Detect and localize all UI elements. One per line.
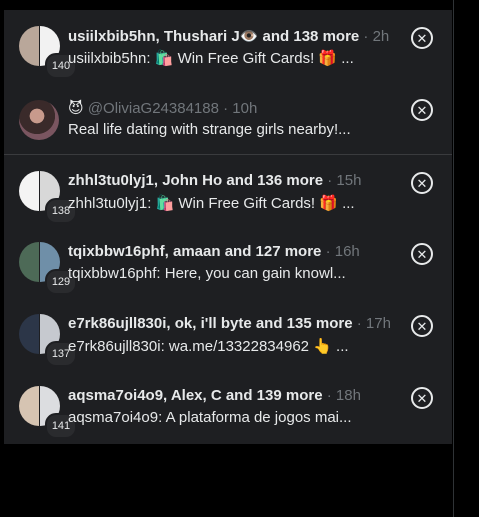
notification-time: · 17h [356, 315, 391, 332]
notification-title-line: usiilxbib5hn, Thushari J👁️ and 138 more … [68, 27, 398, 45]
group-avatar: 140 [19, 26, 77, 79]
notification-title-line: tqixbbw16phf, amaan and 127 more · 16h [68, 243, 398, 260]
notification-preview: aqsma7oi4o9: A plataforma de jogos mai..… [68, 409, 352, 426]
avatar [19, 100, 59, 140]
devil-emoji-icon: 😈 [68, 100, 84, 117]
notification-preview: e7rk86ujll830i: wa.me/13322834962 👆 ... [68, 338, 349, 355]
group-avatar: 137 [19, 314, 77, 367]
notification-title: e7rk86ujll830i, ok, i'll byte and 135 mo… [68, 315, 353, 332]
notification-time: · 15h [327, 172, 362, 189]
notification-time: · 16h [325, 243, 360, 260]
notification-title: usiilxbib5hn, Thushari J👁️ and 138 more [68, 28, 360, 45]
avatar [19, 314, 39, 354]
notification-preview: zhhl3tu0lyj1: 🛍️ Win Free Gift Cards! 🎁 … [68, 195, 355, 212]
avatar [19, 171, 39, 211]
close-icon[interactable]: ✕ [411, 387, 433, 409]
avatar-wrap [19, 98, 61, 140]
notification-handle: @OliviaG24384188 [87, 100, 219, 117]
avatar [19, 26, 39, 66]
notification-row[interactable]: 140 usiilxbib5hn, Thushari J👁️ and 138 m… [4, 10, 452, 82]
notification-title-line: 😈 @OliviaG24384188 · 10h [68, 99, 398, 117]
notification-preview: usiilxbib5hn: 🛍️ Win Free Gift Cards! 🎁 … [68, 50, 354, 67]
notification-row[interactable]: 138 zhhl3tu0lyj1, John Ho and 136 more ·… [4, 154, 452, 227]
avatar [19, 242, 39, 282]
group-avatar: 129 [19, 242, 77, 295]
notification-row[interactable]: 137 e7rk86ujll830i, ok, i'll byte and 13… [4, 298, 452, 370]
notification-title: aqsma7oi4o9, Alex, C and 139 more [68, 387, 323, 404]
close-icon[interactable]: ✕ [411, 172, 433, 194]
scrollbar[interactable] [453, 0, 454, 517]
notification-title-line: e7rk86ujll830i, ok, i'll byte and 135 mo… [68, 315, 398, 332]
notification-title: zhhl3tu0lyj1, John Ho and 136 more [68, 172, 324, 189]
notifications-panel: 140 usiilxbib5hn, Thushari J👁️ and 138 m… [4, 10, 452, 444]
close-icon[interactable]: ✕ [411, 99, 433, 121]
avatar [19, 386, 39, 426]
close-icon[interactable]: ✕ [411, 27, 433, 49]
notification-time: · 18h [326, 387, 361, 404]
close-icon[interactable]: ✕ [411, 243, 433, 265]
notification-row[interactable]: 😈 @OliviaG24384188 · 10h Real life datin… [4, 82, 452, 154]
notification-title: tqixbbw16phf, amaan and 127 more [68, 243, 322, 260]
group-avatar: 141 [19, 386, 77, 439]
notification-title-line: aqsma7oi4o9, Alex, C and 139 more · 18h [68, 387, 398, 404]
notification-title-line: zhhl3tu0lyj1, John Ho and 136 more · 15h [68, 172, 398, 189]
notification-time: · 10h [223, 100, 258, 117]
notification-preview: tqixbbw16phf: Here, you can gain knowl..… [68, 265, 346, 282]
notification-row[interactable]: 129 tqixbbw16phf, amaan and 127 more · 1… [4, 226, 452, 298]
close-icon[interactable]: ✕ [411, 315, 433, 337]
notification-row[interactable]: 141 aqsma7oi4o9, Alex, C and 139 more · … [4, 370, 452, 442]
notification-time: · 2h [363, 28, 390, 45]
notification-preview: Real life dating with strange girls near… [68, 121, 351, 138]
group-avatar: 138 [19, 171, 77, 224]
